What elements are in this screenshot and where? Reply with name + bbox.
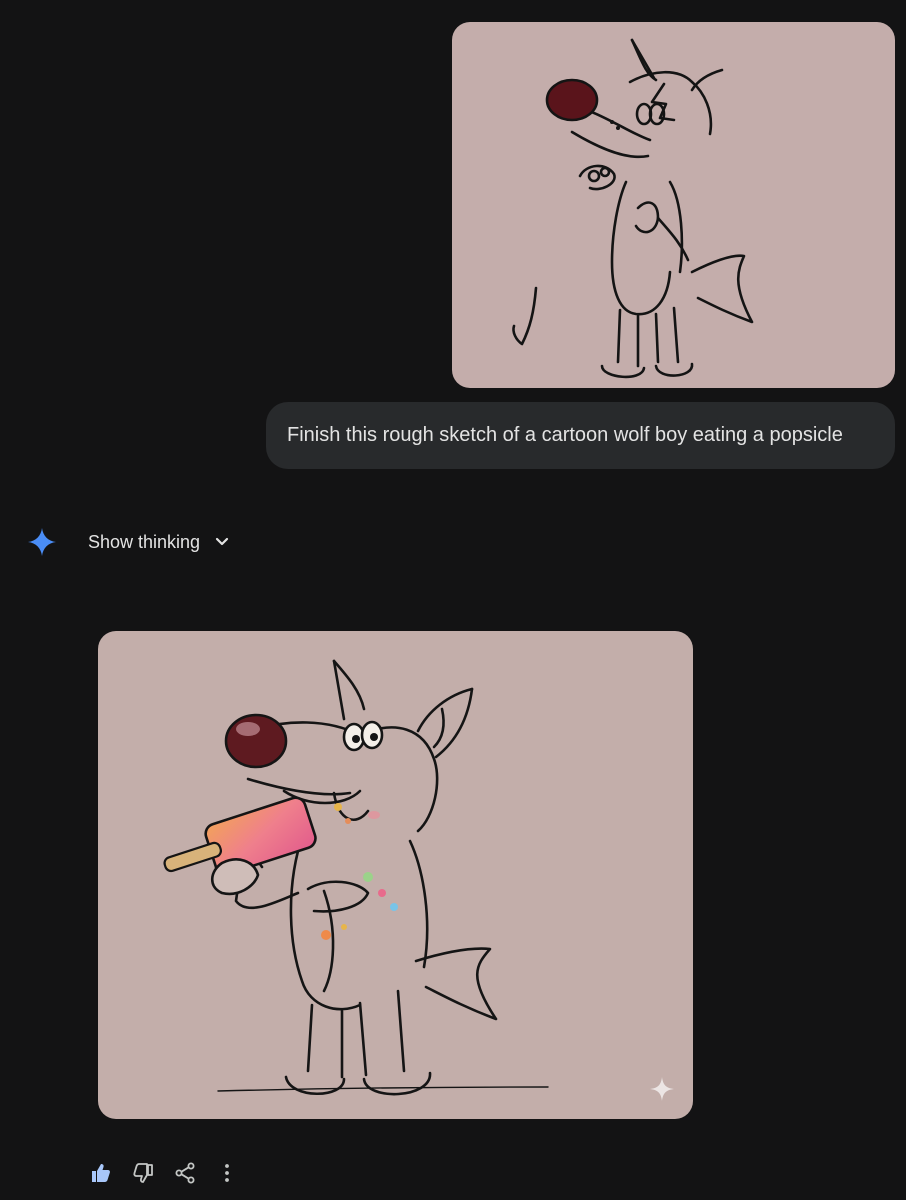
share-icon[interactable] bbox=[172, 1160, 198, 1186]
response-actions bbox=[88, 1158, 256, 1188]
more-vert-icon[interactable] bbox=[214, 1160, 240, 1186]
assistant-header: Show thinking bbox=[26, 526, 232, 558]
user-message-text: Finish this rough sketch of a cartoon wo… bbox=[287, 424, 843, 446]
show-thinking-button[interactable]: Show thinking bbox=[88, 532, 200, 553]
generated-wolf-image[interactable] bbox=[98, 631, 693, 1119]
thumbs-up-icon[interactable] bbox=[88, 1160, 114, 1186]
user-message-bubble: Finish this rough sketch of a cartoon wo… bbox=[266, 402, 895, 469]
sparkle-watermark-icon bbox=[650, 1077, 674, 1101]
gemini-spark-icon bbox=[26, 526, 58, 558]
user-uploaded-sketch-image[interactable] bbox=[452, 22, 895, 388]
chevron-down-icon[interactable] bbox=[212, 532, 232, 552]
thumbs-down-icon[interactable] bbox=[130, 1160, 156, 1186]
